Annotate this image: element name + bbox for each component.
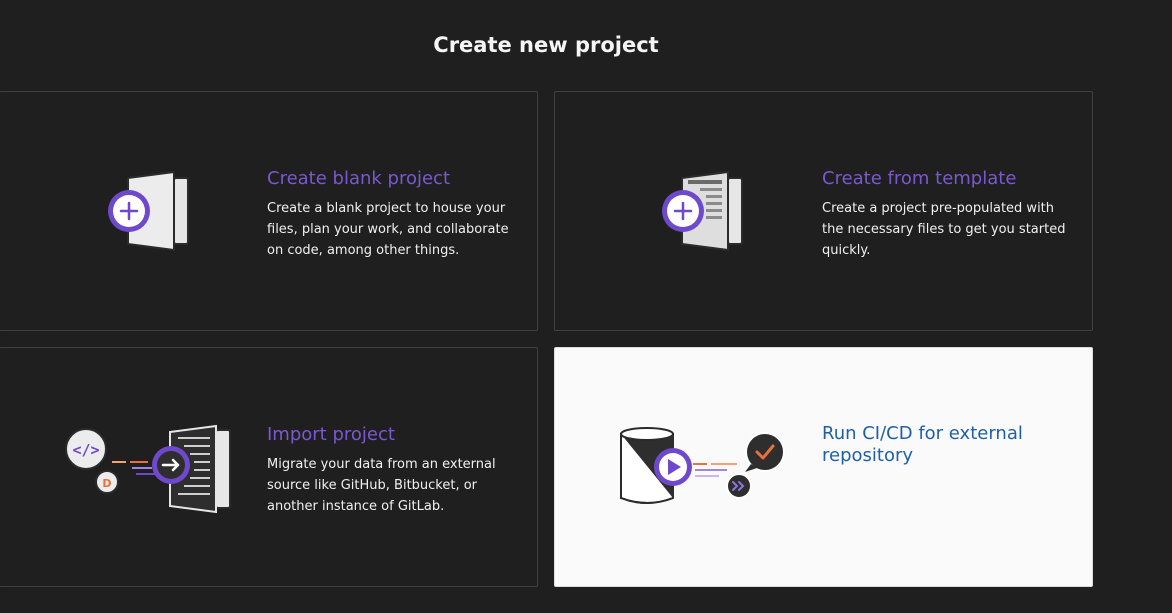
create-blank-project-title[interactable]: Create blank project — [267, 168, 517, 190]
run-cicd-external-repo-card[interactable]: Run CI/CD for external repository — [554, 347, 1093, 587]
template-project-icon — [662, 170, 743, 252]
svg-text:D: D — [102, 477, 111, 490]
cicd-external-repo-icon — [620, 427, 785, 504]
create-blank-project-description: Create a blank project to house your fil… — [267, 201, 509, 258]
page-title: Create new project — [433, 33, 659, 57]
import-project-card[interactable]: </> D Import project Migrate your data f… — [0, 347, 538, 587]
create-blank-project-card[interactable]: Create blank project Create a blank proj… — [0, 91, 538, 331]
create-from-template-description: Create a project pre-populated with the … — [822, 201, 1066, 258]
import-project-title[interactable]: Import project — [267, 424, 517, 446]
import-project-description: Migrate your data from an external sourc… — [267, 457, 496, 514]
import-project-icon: </> D — [65, 424, 231, 514]
run-cicd-external-repo-title[interactable]: Run CI/CD for external repository — [822, 423, 1072, 467]
create-from-template-title[interactable]: Create from template — [822, 168, 1072, 190]
blank-project-icon — [108, 170, 189, 252]
svg-text:</>: </> — [72, 441, 99, 459]
create-from-template-card[interactable]: Create from template Create a project pr… — [554, 91, 1093, 331]
